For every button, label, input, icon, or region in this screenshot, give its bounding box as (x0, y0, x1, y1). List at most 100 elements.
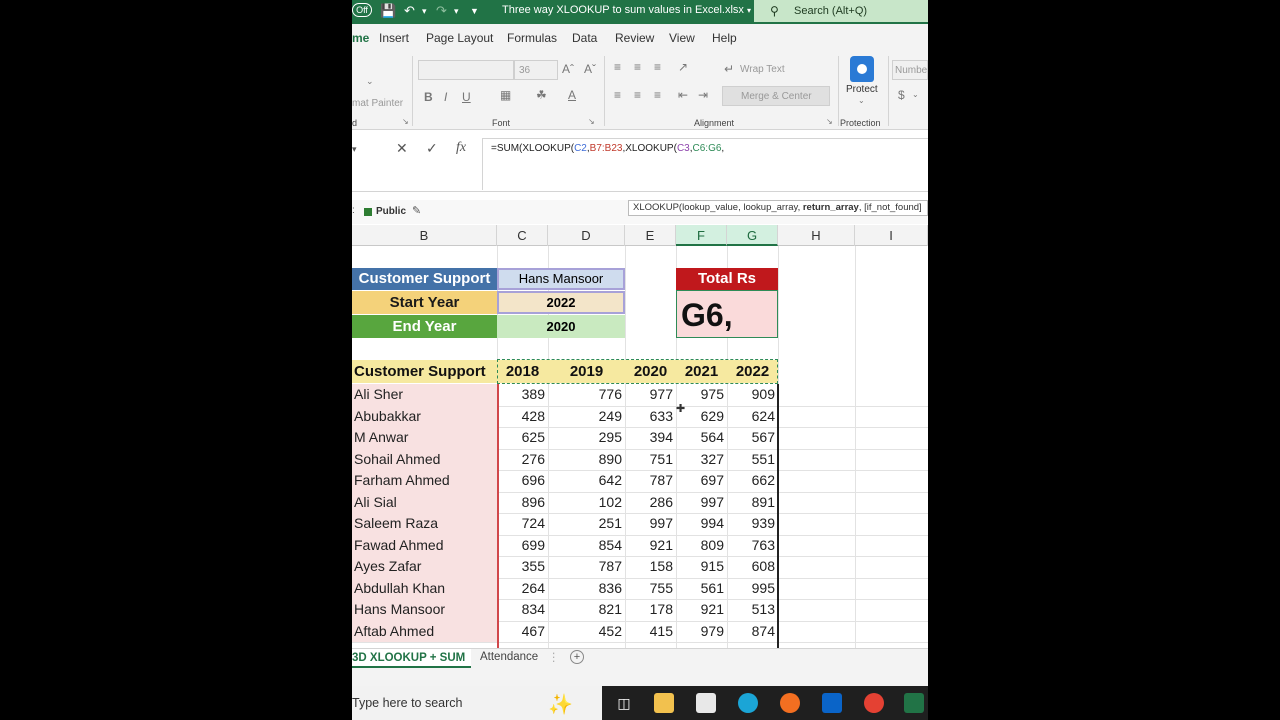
increase-font-icon[interactable]: Aˆ (562, 62, 574, 76)
redo-dropdown-icon[interactable]: ▾ (454, 3, 459, 19)
sales-value-cell[interactable]: 415 (625, 621, 676, 643)
sales-value-cell[interactable]: 874 (727, 621, 778, 643)
tab-home[interactable]: me (352, 31, 369, 45)
fill-color-icon[interactable]: ☘ (536, 88, 547, 102)
sales-value-cell[interactable]: 909 (727, 384, 778, 406)
sales-value-cell[interactable]: 452 (548, 621, 625, 643)
customer-name-cell[interactable]: Fawad Ahmed (352, 534, 497, 556)
sales-value-cell[interactable]: 642 (548, 470, 625, 492)
tab-data[interactable]: Data (572, 31, 597, 45)
sales-value-cell[interactable]: 751 (625, 449, 676, 471)
save-icon[interactable]: 💾 (380, 3, 396, 19)
alignment-launcher-icon[interactable]: ↘ (826, 117, 833, 126)
sales-value-cell[interactable]: 699 (497, 535, 548, 557)
cancel-icon[interactable]: ✕ (396, 140, 408, 157)
customer-name-cell[interactable]: Abdullah Khan (352, 577, 497, 599)
sales-value-cell[interactable]: 276 (497, 449, 548, 471)
end-year-input[interactable]: 2020 (497, 315, 625, 338)
align-top-icon[interactable]: ≡ (614, 60, 621, 74)
insert-function-icon[interactable]: fx (456, 140, 466, 156)
sales-value-cell[interactable]: 994 (676, 513, 727, 535)
customer-name-cell[interactable]: Abubakkar (352, 405, 497, 427)
customer-name-cell[interactable]: Sohail Ahmed (352, 448, 497, 470)
autosave-toggle[interactable]: Off (352, 3, 372, 17)
sales-value-cell[interactable]: 251 (548, 513, 625, 535)
borders-icon[interactable]: ▦ (500, 88, 511, 102)
customer-name-cell[interactable]: Hans Mansoor (352, 599, 497, 621)
column-header-h[interactable]: H (778, 225, 855, 246)
customer-name-cell[interactable]: Aftab Ahmed (352, 620, 497, 642)
undo-dropdown-icon[interactable]: ▾ (422, 3, 427, 19)
customer-name-cell[interactable]: Ali Sial (352, 491, 497, 513)
name-box-dropdown-icon[interactable]: ▾ (352, 144, 357, 155)
sales-value-cell[interactable]: 787 (625, 470, 676, 492)
chevron-down-icon[interactable]: ⌄ (912, 90, 919, 99)
sales-value-cell[interactable]: 915 (676, 556, 727, 578)
sales-value-cell[interactable]: 428 (497, 406, 548, 428)
sales-value-cell[interactable]: 625 (497, 427, 548, 449)
underline-icon[interactable]: U (462, 90, 471, 104)
tab-page-layout[interactable]: Page Layout (426, 31, 493, 45)
customer-name-cell[interactable]: Saleem Raza (352, 513, 497, 535)
sales-value-cell[interactable]: 979 (676, 621, 727, 643)
bold-icon[interactable]: B (424, 90, 433, 104)
sales-value-cell[interactable]: 551 (727, 449, 778, 471)
decrease-indent-icon[interactable]: ⇤ (678, 88, 688, 102)
pencil-icon[interactable]: ✎ (412, 204, 421, 217)
tab-insert[interactable]: Insert (379, 31, 409, 45)
currency-icon[interactable]: $ (898, 88, 905, 102)
orientation-icon[interactable]: ↗ (678, 60, 688, 74)
sales-value-cell[interactable]: 890 (548, 449, 625, 471)
column-header-i[interactable]: I (855, 225, 928, 246)
sales-value-cell[interactable]: 662 (727, 470, 778, 492)
undo-icon[interactable]: ↶ (404, 3, 415, 19)
wrap-text-icon[interactable]: ↵ (724, 62, 734, 76)
sales-value-cell[interactable]: 921 (625, 535, 676, 557)
customer-name-cell[interactable]: Farham Ahmed (352, 470, 497, 492)
column-header-d[interactable]: D (548, 225, 625, 246)
sensitivity-dropdown-icon[interactable]: : (352, 205, 355, 216)
sales-value-cell[interactable]: 697 (676, 470, 727, 492)
italic-icon[interactable]: I (444, 90, 447, 104)
file-explorer-icon[interactable] (654, 693, 674, 713)
firefox-icon[interactable] (780, 693, 800, 713)
decrease-font-icon[interactable]: Aˇ (584, 62, 596, 76)
sales-value-cell[interactable]: 467 (497, 621, 548, 643)
column-header-g[interactable]: G (727, 225, 778, 246)
column-header-e[interactable]: E (625, 225, 676, 246)
sales-value-cell[interactable]: 295 (548, 427, 625, 449)
sales-value-cell[interactable]: 394 (625, 427, 676, 449)
sales-value-cell[interactable]: 564 (676, 427, 727, 449)
title-dropdown-icon[interactable]: ▾ (747, 6, 751, 15)
font-name-box[interactable] (418, 60, 514, 80)
customer-name-cell[interactable]: M Anwar (352, 427, 497, 449)
tab-help[interactable]: Help (712, 31, 737, 45)
font-size-box[interactable]: 36 (514, 60, 558, 80)
customer-name-cell[interactable]: Ayes Zafar (352, 556, 497, 578)
start-year-input[interactable]: 2022 (497, 291, 625, 314)
sales-value-cell[interactable]: 776 (548, 384, 625, 406)
tab-review[interactable]: Review (615, 31, 654, 45)
align-right-icon[interactable]: ≡ (654, 88, 661, 102)
chevron-down-icon[interactable]: ⌄ (858, 96, 865, 105)
excel-taskbar-icon[interactable] (904, 693, 924, 713)
redo-icon[interactable]: ↷ (436, 3, 447, 19)
clipboard-launcher-icon[interactable]: ↘ (402, 117, 409, 126)
sales-value-cell[interactable]: 755 (625, 578, 676, 600)
sales-value-cell[interactable]: 178 (625, 599, 676, 621)
sales-value-cell[interactable]: 836 (548, 578, 625, 600)
sales-value-cell[interactable]: 854 (548, 535, 625, 557)
sales-value-cell[interactable]: 389 (497, 384, 548, 406)
sales-value-cell[interactable]: 249 (548, 406, 625, 428)
taskbar-search[interactable]: Type here to search ✨ (352, 686, 602, 720)
font-color-icon[interactable]: A (568, 88, 576, 102)
number-format-box[interactable]: Numbe (892, 60, 928, 80)
enter-icon[interactable]: ✓ (426, 140, 438, 157)
column-header-b[interactable]: B (352, 225, 497, 246)
align-center-icon[interactable]: ≡ (634, 88, 641, 102)
align-bottom-icon[interactable]: ≡ (654, 60, 661, 74)
wrap-text-button[interactable]: Wrap Text (740, 64, 785, 75)
sales-value-cell[interactable]: 567 (727, 427, 778, 449)
sales-value-cell[interactable]: 997 (625, 513, 676, 535)
sales-value-cell[interactable]: 891 (727, 492, 778, 514)
